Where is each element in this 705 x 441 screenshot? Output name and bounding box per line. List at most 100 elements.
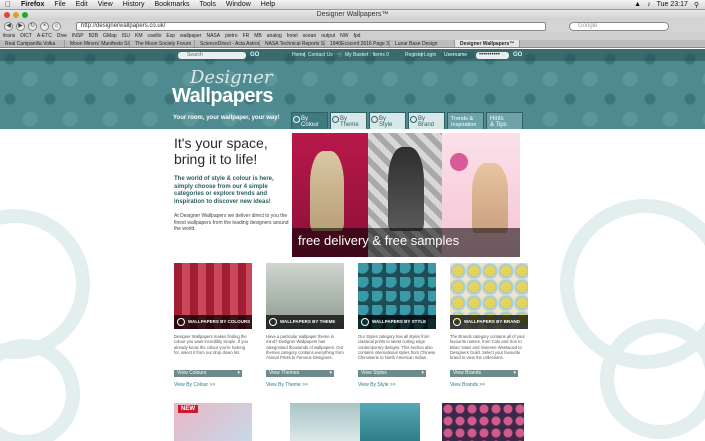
basket-link[interactable]: My Basket : Items 0 [345, 52, 389, 59]
browser-tab[interactable]: Moon Miners' Manifesto Sit [65, 40, 130, 47]
password-input[interactable]: •••••••••• [476, 52, 509, 59]
card-image[interactable]: WALLPAPERS BY COLOURS [174, 263, 252, 329]
styles-select[interactable]: View Styles [358, 370, 426, 377]
volume-icon[interactable]: ♪ [647, 1, 651, 9]
apple-icon[interactable]:  [0, 0, 16, 9]
forward-icon[interactable]: ▶ [16, 21, 25, 31]
close-window-icon[interactable] [4, 12, 10, 18]
featured-image[interactable]: NEW [174, 403, 252, 441]
menu-help[interactable]: Help [256, 1, 280, 8]
themes-select[interactable]: View Themes [266, 370, 334, 377]
menu-edit[interactable]: Edit [71, 1, 93, 8]
nav-tab-trends[interactable]: Trends & Inspiration [447, 112, 484, 129]
nav-tab-by-brand[interactable]: By Brand [408, 112, 445, 129]
login-link[interactable]: Login [424, 52, 436, 59]
browser-tab-active[interactable]: Designer Wallpapers™ [455, 40, 520, 47]
bookmark-item[interactable]: analog [267, 32, 282, 40]
browser-tab[interactable]: Real Campanilla Volka [0, 40, 65, 47]
nav-tab-by-style[interactable]: By Style [369, 112, 406, 129]
menu-history[interactable]: History [118, 1, 150, 8]
card-image[interactable]: WALLPAPERS BY THEME [266, 263, 344, 329]
bookmark-item[interactable]: wallpaper [180, 32, 201, 40]
brands-select[interactable]: View Brands [450, 370, 518, 377]
person-figure [310, 151, 344, 231]
browser-tab[interactable]: NASA Technical Reports Ser. [260, 40, 325, 47]
card-text: The Brands category contains all of your… [450, 334, 525, 361]
card-label-text: WALLPAPERS BY BRAND [464, 319, 520, 324]
menu-view[interactable]: View [93, 1, 118, 8]
logo-wallpapers[interactable]: Wallpapers [172, 85, 273, 108]
login-go-button[interactable]: GO [513, 52, 522, 58]
back-icon[interactable]: ◀ [4, 21, 13, 31]
bookmark-item[interactable]: fpd [354, 32, 361, 40]
hero-title-line1: It's your space, [174, 135, 268, 151]
stop-icon[interactable]: × [40, 21, 49, 31]
browser-tab[interactable]: ScienceDirect - Acta Astron. [195, 40, 260, 47]
nav-tab-hints[interactable]: Hints & Tips [486, 112, 523, 129]
bookmark-item[interactable]: ISU [122, 32, 130, 40]
nav-tab-line2: & Tips [490, 122, 507, 128]
clock[interactable]: Tue 23:17 [657, 1, 688, 9]
bookmark-item[interactable]: pietro [225, 32, 238, 40]
decorative-swirl [0, 209, 90, 359]
browser-tab[interactable]: Lunar Base Design [390, 40, 455, 47]
card-link[interactable]: View By Style >> [358, 382, 436, 388]
nav-tab-line2: Theme [340, 122, 359, 128]
menu-tools[interactable]: Tools [195, 1, 221, 8]
browser-tab[interactable]: The Moon Society Forum [130, 40, 195, 47]
menu-window[interactable]: Window [221, 1, 256, 8]
featured-image[interactable] [290, 403, 360, 441]
bookmark-item[interactable]: B2B [89, 32, 98, 40]
promo-banner[interactable]: free delivery & free samples [292, 133, 520, 257]
bookmark-item[interactable]: Exp [166, 32, 175, 40]
nav-tab-by-colour[interactable]: By Colour [291, 112, 328, 129]
wifi-icon[interactable]: ▲ [634, 1, 641, 9]
hero-title: It's your space, bring it to life! [174, 135, 289, 167]
nav-tab-by-theme[interactable]: By Theme [330, 112, 367, 129]
colours-select[interactable]: View Colours [174, 370, 242, 377]
menu-bookmarks[interactable]: Bookmarks [150, 1, 195, 8]
card-image[interactable]: WALLPAPERS BY STYLE [358, 263, 436, 329]
bookmark-item[interactable]: MB [254, 32, 262, 40]
bookmark-item[interactable]: NASA [206, 32, 220, 40]
bookmark-item[interactable]: hotel [287, 32, 298, 40]
search-go-button[interactable]: GO [250, 52, 259, 58]
person-figure [472, 163, 508, 233]
bookmark-item[interactable]: NW [340, 32, 348, 40]
featured-image[interactable] [442, 403, 524, 441]
menu-app[interactable]: Firefox [16, 1, 49, 8]
hero-title-line2: bring it to life! [174, 151, 258, 167]
bookmark-item[interactable]: FR [243, 32, 250, 40]
link-separator: | [304, 52, 306, 58]
home-icon[interactable]: ⌂ [52, 21, 61, 31]
site-search-input[interactable]: Search [178, 52, 246, 59]
card-link[interactable]: View Brands >> [450, 382, 528, 388]
minimize-window-icon[interactable] [13, 12, 19, 18]
bookmark-item[interactable]: Dive [57, 32, 67, 40]
bookmark-item[interactable]: itrans [3, 32, 15, 40]
menu-file[interactable]: File [49, 1, 70, 8]
featured-image[interactable] [360, 403, 420, 441]
zoom-window-icon[interactable] [22, 12, 28, 18]
spotlight-icon[interactable]: ⚲ [694, 1, 699, 9]
web-search-input[interactable]: Google [569, 21, 669, 31]
contact-link[interactable]: Contact Us [308, 52, 333, 59]
url-bar[interactable]: http://designerwallpapers.co.uk/ [76, 21, 546, 31]
card-image[interactable]: WALLPAPERS BY BRAND [450, 263, 528, 329]
bookmark-item[interactable]: ocean [303, 32, 317, 40]
palette-icon [293, 116, 300, 123]
bookmark-item[interactable]: A-ETC [37, 32, 52, 40]
bookmark-item[interactable]: DICT [20, 32, 32, 40]
bookmark-item[interactable]: output [321, 32, 335, 40]
heart-icon [453, 318, 461, 326]
reload-icon[interactable]: ↻ [28, 21, 37, 31]
username-input[interactable]: Username [441, 52, 474, 59]
card-link[interactable]: View By Colour >> [174, 382, 252, 388]
card-link[interactable]: View By Theme >> [266, 382, 344, 388]
bookmark-item[interactable]: cavillo [148, 32, 162, 40]
browser-tab[interactable]: 1940Ecoconf.2616 Page 369 [325, 40, 390, 47]
os-menubar:  Firefox File Edit View History Bookmar… [0, 0, 705, 10]
bookmark-item[interactable]: INSP [72, 32, 84, 40]
bookmark-item[interactable]: KM [135, 32, 143, 40]
bookmark-item[interactable]: GMap [103, 32, 117, 40]
